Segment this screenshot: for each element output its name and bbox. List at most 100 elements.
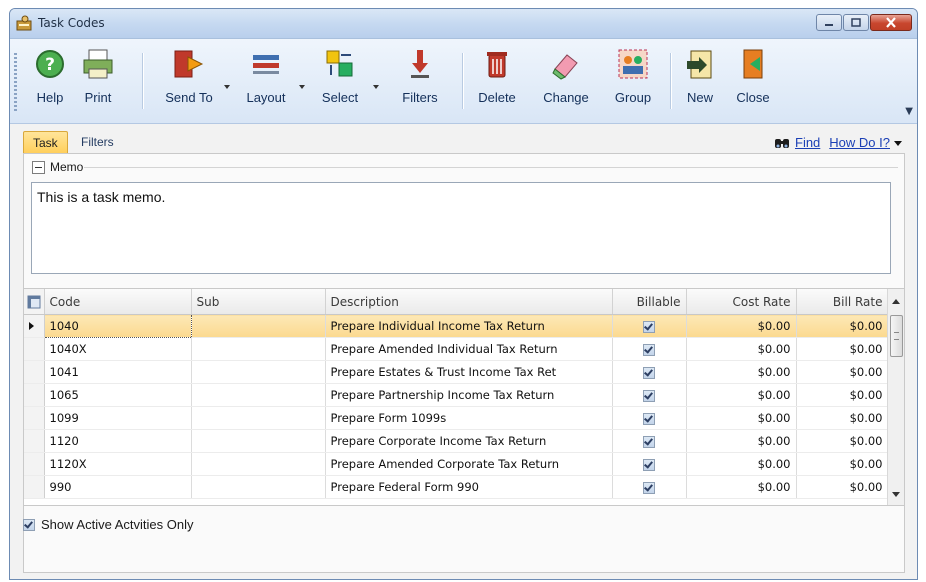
tab-filters[interactable]: Filters [72, 131, 123, 153]
cell-code[interactable]: 1040 [43, 314, 192, 338]
cell-bill-rate[interactable]: $0.00 [796, 383, 889, 407]
cell-code[interactable]: 1120 [44, 429, 192, 453]
cell-sub[interactable] [191, 383, 326, 407]
filters-button[interactable]: Filters [395, 47, 445, 105]
table-row[interactable]: 1120X Prepare Amended Corporate Tax Retu… [24, 452, 889, 476]
scroll-down-icon[interactable] [892, 492, 900, 497]
table-row[interactable]: 1041 Prepare Estates & Trust Income Tax … [24, 360, 889, 384]
cell-bill-rate[interactable]: $0.00 [796, 360, 889, 384]
cell-description[interactable]: Prepare Estates & Trust Income Tax Ret [325, 360, 613, 384]
cell-bill-rate[interactable]: $0.00 [796, 429, 889, 453]
cell-cost-rate[interactable]: $0.00 [686, 475, 797, 499]
billable-checkbox[interactable] [643, 412, 655, 425]
column-header-billable[interactable]: Billable [612, 289, 687, 315]
cell-code[interactable]: 1120X [44, 452, 192, 476]
column-header-cost-rate[interactable]: Cost Rate [686, 289, 797, 315]
chevron-down-icon[interactable] [893, 139, 903, 147]
column-header-description[interactable]: Description [325, 289, 613, 315]
cell-code[interactable]: 1040X [44, 337, 192, 361]
close-button[interactable]: Close [730, 47, 776, 105]
find-link[interactable]: Find [795, 135, 820, 150]
delete-button[interactable]: Delete [472, 47, 522, 105]
cell-billable[interactable] [612, 475, 687, 499]
cell-billable[interactable] [612, 360, 687, 384]
cell-description[interactable]: Prepare Form 1099s [325, 406, 613, 430]
column-chooser-icon[interactable] [27, 295, 41, 309]
send-to-button[interactable]: Send To [158, 47, 220, 105]
billable-checkbox[interactable] [643, 343, 655, 356]
new-button[interactable]: New [680, 47, 720, 105]
show-active-only-checkbox[interactable] [23, 518, 35, 531]
cell-billable[interactable] [612, 314, 687, 338]
print-button[interactable]: Print [75, 47, 121, 105]
cell-code[interactable]: 1099 [44, 406, 192, 430]
toolbar-overflow-icon[interactable]: ▼ [905, 106, 913, 117]
grid-corner[interactable] [24, 289, 45, 315]
billable-checkbox[interactable] [643, 458, 655, 471]
billable-checkbox[interactable] [643, 389, 655, 402]
cell-sub[interactable] [191, 452, 326, 476]
select-dropdown-arrow[interactable] [373, 85, 379, 89]
layout-dropdown-arrow[interactable] [299, 85, 305, 89]
cell-bill-rate[interactable]: $0.00 [796, 314, 889, 338]
cell-description[interactable]: Prepare Individual Income Tax Return [325, 314, 613, 338]
cell-cost-rate[interactable]: $0.00 [686, 360, 797, 384]
cell-code[interactable]: 1065 [44, 383, 192, 407]
toolbar-grip[interactable] [14, 53, 17, 111]
cell-sub[interactable] [191, 314, 326, 338]
cell-billable[interactable] [612, 406, 687, 430]
column-header-bill-rate[interactable]: Bill Rate [796, 289, 889, 315]
table-row[interactable]: 1120 Prepare Corporate Income Tax Return… [24, 429, 889, 453]
cell-description[interactable]: Prepare Partnership Income Tax Return [325, 383, 613, 407]
cell-sub[interactable] [191, 337, 326, 361]
change-button[interactable]: Change [536, 47, 596, 105]
cell-bill-rate[interactable]: $0.00 [796, 452, 889, 476]
show-active-only-option[interactable]: Show Active Actvities Only [23, 517, 193, 532]
cell-billable[interactable] [612, 452, 687, 476]
cell-cost-rate[interactable]: $0.00 [686, 383, 797, 407]
cell-sub[interactable] [191, 406, 326, 430]
minimize-button[interactable] [816, 14, 842, 31]
cell-cost-rate[interactable]: $0.00 [686, 452, 797, 476]
send-to-dropdown-arrow[interactable] [224, 85, 230, 89]
cell-cost-rate[interactable]: $0.00 [686, 314, 797, 338]
cell-cost-rate[interactable]: $0.00 [686, 337, 797, 361]
memo-textarea[interactable]: This is a task memo. [31, 182, 891, 274]
group-button[interactable]: Group [608, 47, 658, 105]
cell-description[interactable]: Prepare Corporate Income Tax Return [325, 429, 613, 453]
billable-checkbox[interactable] [643, 320, 655, 333]
select-button[interactable]: Select [315, 47, 365, 105]
close-window-button[interactable] [870, 14, 912, 31]
column-header-sub[interactable]: Sub [191, 289, 326, 315]
cell-bill-rate[interactable]: $0.00 [796, 337, 889, 361]
how-do-i-link[interactable]: How Do I? [829, 135, 890, 150]
cell-bill-rate[interactable]: $0.00 [796, 406, 889, 430]
table-row[interactable]: 1099 Prepare Form 1099s $0.00 $0.00 [24, 406, 889, 430]
column-header-code[interactable]: Code [44, 289, 192, 315]
cell-bill-rate[interactable]: $0.00 [796, 475, 889, 499]
tab-task[interactable]: Task [23, 131, 68, 153]
cell-description[interactable]: Prepare Federal Form 990 [325, 475, 613, 499]
cell-sub[interactable] [191, 429, 326, 453]
collapse-memo-icon[interactable] [32, 160, 45, 174]
cell-description[interactable]: Prepare Amended Corporate Tax Return [325, 452, 613, 476]
billable-checkbox[interactable] [643, 481, 655, 494]
table-row[interactable]: 990 Prepare Federal Form 990 $0.00 $0.00 [24, 475, 889, 499]
billable-checkbox[interactable] [643, 366, 655, 379]
cell-sub[interactable] [191, 360, 326, 384]
maximize-button[interactable] [843, 14, 869, 31]
cell-code[interactable]: 990 [44, 475, 192, 499]
scroll-up-icon[interactable] [892, 299, 900, 304]
memo-header[interactable]: Memo [32, 160, 83, 174]
cell-code[interactable]: 1041 [44, 360, 192, 384]
help-button[interactable]: ? Help [30, 47, 70, 105]
grid-vertical-scrollbar[interactable] [887, 289, 904, 505]
cell-cost-rate[interactable]: $0.00 [686, 406, 797, 430]
cell-billable[interactable] [612, 383, 687, 407]
scroll-thumb[interactable] [890, 315, 903, 357]
cell-billable[interactable] [612, 337, 687, 361]
cell-sub[interactable] [191, 475, 326, 499]
layout-button[interactable]: Layout [240, 47, 292, 105]
table-row[interactable]: 1040 Prepare Individual Income Tax Retur… [24, 314, 889, 338]
table-row[interactable]: 1040X Prepare Amended Individual Tax Ret… [24, 337, 889, 361]
